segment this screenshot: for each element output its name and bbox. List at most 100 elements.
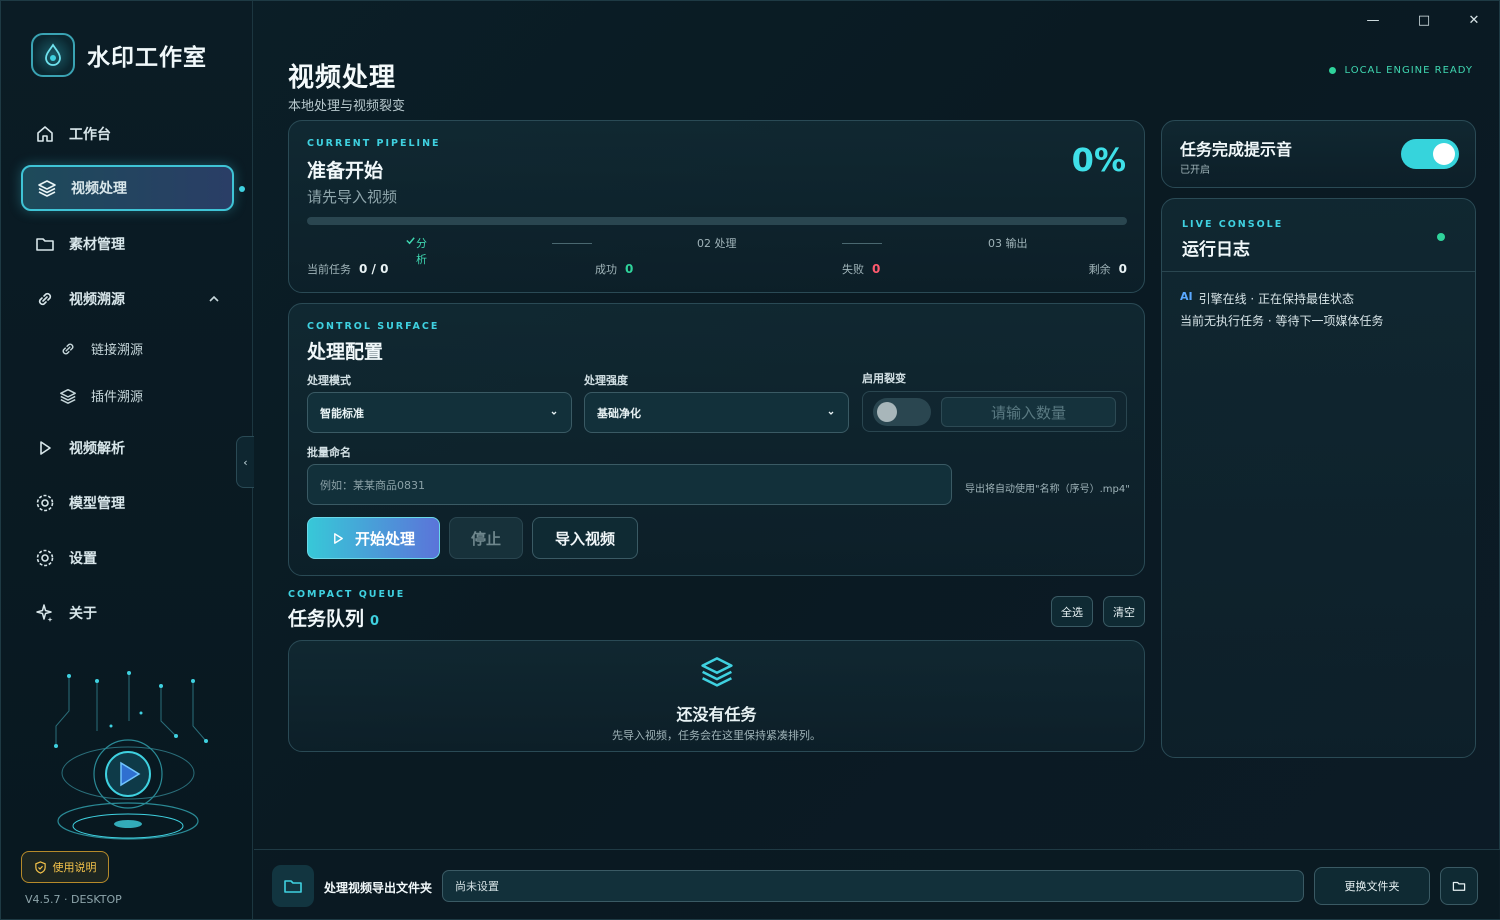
sidebar-item-plugin-trace[interactable]: 插件溯源 — [59, 386, 143, 405]
page-subtitle: 本地处理与视频裂变 — [288, 99, 406, 114]
pipeline-percent: 0% — [1071, 141, 1126, 179]
sound-status: 已开启 — [1180, 165, 1210, 176]
console-title: 运行日志 — [1182, 240, 1250, 260]
layers-icon — [701, 657, 733, 687]
sidebar: 水印工作室 工作台 视频处理 素材管理 视频溯源 链接溯源 插件溯源 视频解析 … — [1, 1, 254, 919]
shield-icon — [34, 860, 46, 874]
output-path-field[interactable]: 尚未设置 — [442, 870, 1304, 902]
log-text: 当前无执行任务 · 等待下一项媒体任务 — [1180, 314, 1384, 328]
close-button[interactable]: ✕ — [1459, 13, 1489, 28]
strength-label: 处理强度 — [584, 374, 628, 387]
change-folder-button[interactable]: 更换文件夹 — [1314, 867, 1430, 905]
toggle-knob — [877, 402, 897, 422]
version-label: V4.5.7 · DESKTOP — [25, 893, 122, 906]
clear-button[interactable]: 清空 — [1103, 596, 1145, 627]
check-icon — [406, 237, 415, 245]
sound-card: 任务完成提示音 已开启 — [1161, 120, 1476, 188]
log-text: 引擎在线 · 正在保持最佳状态 — [1198, 292, 1355, 306]
app-window: 水印工作室 工作台 视频处理 素材管理 视频溯源 链接溯源 插件溯源 视频解析 … — [0, 0, 1500, 920]
sidebar-item-label: 视频解析 — [69, 441, 125, 457]
maximize-button[interactable]: □ — [1409, 13, 1439, 28]
step-connector — [552, 243, 592, 244]
log-line: 当前无执行任务 · 等待下一项媒体任务 — [1180, 312, 1383, 329]
split-toggle[interactable] — [873, 398, 931, 426]
chevron-down-icon — [551, 411, 557, 415]
layers-icon — [38, 180, 56, 197]
sidebar-item-label: 工作台 — [69, 127, 111, 143]
sidebar-item-model-management[interactable]: 模型管理 — [21, 480, 234, 526]
control-eyebrow: CONTROL SURFACE — [307, 321, 440, 332]
play-icon — [40, 441, 51, 455]
queue-title: 任务队列 0 — [288, 604, 379, 631]
sidebar-item-label: 素材管理 — [69, 237, 125, 253]
stat-value: 0 / 0 — [359, 262, 389, 276]
chevron-down-icon — [828, 411, 834, 415]
mode-select-value: 智能标准 — [320, 406, 364, 420]
pipeline-card: CURRENT PIPELINE 准备开始 请先导入视频 0% 分析 02 处理… — [288, 120, 1145, 293]
brand-title: 水印工作室 — [87, 45, 207, 71]
engine-status-label: LOCAL ENGINE READY — [1344, 65, 1473, 76]
mode-label: 处理模式 — [307, 374, 351, 387]
folder-icon — [272, 865, 314, 907]
brand: 水印工作室 — [31, 33, 207, 77]
step-connector — [842, 243, 882, 244]
batch-name-input[interactable]: 例如：某某商品0831 — [307, 464, 952, 505]
split-control: 请输入数量 — [862, 391, 1127, 432]
pipeline-progress-bar — [307, 217, 1127, 225]
sidebar-item-label: 关于 — [69, 606, 97, 622]
stat-label: 当前任务 — [307, 263, 351, 276]
sound-toggle[interactable] — [1401, 139, 1459, 169]
sidebar-item-workbench[interactable]: 工作台 — [21, 111, 234, 157]
sidebar-item-label: 视频处理 — [71, 181, 127, 197]
folder-icon — [36, 238, 54, 251]
folder-icon — [1452, 881, 1466, 891]
output-folder-label: 处理视频导出文件夹 — [324, 881, 433, 895]
batch-hint: 导出将自动使用"名称（序号）.mp4" — [965, 484, 1130, 495]
help-button[interactable]: 使用说明 — [21, 851, 109, 883]
step-analyze: 分析 — [405, 235, 427, 266]
control-card: CONTROL SURFACE 处理配置 处理模式 智能标准 处理强度 基础净化… — [288, 303, 1145, 576]
play-icon — [334, 532, 343, 544]
sidebar-item-about[interactable]: 关于 — [21, 590, 234, 636]
split-count-input[interactable]: 请输入数量 — [941, 397, 1116, 427]
open-folder-button[interactable] — [1440, 867, 1478, 905]
stat-label: 失败 — [842, 263, 864, 276]
start-button[interactable]: 开始处理 — [307, 517, 440, 559]
gear-icon — [36, 494, 54, 512]
stat-value: 0 — [872, 262, 881, 276]
sidebar-item-settings[interactable]: 设置 — [21, 535, 234, 581]
sparkle-icon — [36, 604, 53, 622]
pipeline-steps: 分析 02 处理 03 输出 — [307, 235, 1127, 266]
stat-fail: 失败 0 — [842, 261, 880, 277]
link-icon — [38, 292, 52, 306]
minimize-button[interactable]: — — [1358, 13, 1388, 28]
console-status-dot — [1437, 233, 1445, 241]
step-output: 03 输出 — [988, 237, 1028, 250]
sidebar-item-label: 设置 — [69, 551, 97, 567]
strength-select[interactable]: 基础净化 — [584, 392, 849, 433]
stat-success: 成功 0 — [595, 261, 633, 277]
queue-title-label: 任务队列 — [288, 608, 365, 630]
sidebar-item-link-trace[interactable]: 链接溯源 — [59, 339, 143, 358]
stat-value: 0 — [1118, 262, 1127, 276]
chevron-up-icon[interactable] — [207, 291, 221, 310]
sidebar-collapse-button[interactable]: ‹ — [236, 436, 254, 488]
import-button[interactable]: 导入视频 — [532, 517, 638, 559]
engine-status-dot — [1329, 67, 1337, 74]
stat-remaining: 剩余 0 — [1089, 261, 1127, 277]
sidebar-item-video-trace[interactable]: 视频溯源 — [21, 276, 234, 322]
select-all-button[interactable]: 全选 — [1051, 596, 1093, 627]
mode-select[interactable]: 智能标准 — [307, 392, 572, 433]
console-eyebrow: LIVE CONSOLE — [1182, 219, 1284, 230]
sidebar-item-label: 模型管理 — [69, 496, 125, 512]
stop-button[interactable]: 停止 — [449, 517, 523, 559]
sidebar-item-video-processing[interactable]: 视频处理 — [21, 165, 234, 211]
empty-title: 还没有任务 — [676, 705, 757, 724]
sidebar-item-label: 视频溯源 — [69, 292, 125, 308]
step-process: 02 处理 — [697, 237, 737, 250]
pipeline-subtitle: 请先导入视频 — [307, 188, 398, 206]
sidebar-item-video-parse[interactable]: 视频解析 — [21, 425, 234, 471]
sidebar-item-assets[interactable]: 素材管理 — [21, 221, 234, 267]
control-title: 处理配置 — [307, 341, 384, 363]
split-label: 启用裂变 — [862, 372, 906, 385]
